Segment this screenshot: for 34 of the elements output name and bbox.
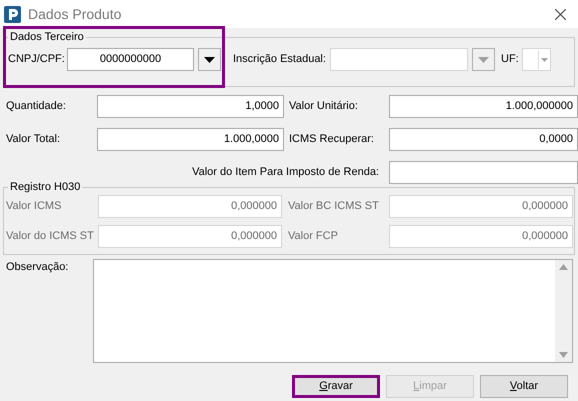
input-field[interactable]: 1.000,000000 — [389, 95, 578, 118]
dropdown-arrow-icon — [204, 56, 215, 62]
input-field[interactable] — [330, 48, 468, 71]
field-label: Valor FCP — [288, 229, 339, 244]
field-label: Valor Total: — [6, 132, 62, 148]
close-icon[interactable] — [555, 8, 566, 20]
scrollbar[interactable] — [555, 260, 572, 362]
input-field[interactable]: 1,0000 — [97, 95, 284, 118]
app-logo-icon — [4, 6, 21, 22]
field-label: Valor Unitário: — [289, 99, 359, 114]
field-label: Valor BC ICMS ST — [288, 199, 380, 214]
field-label: UF: — [501, 52, 520, 68]
scroll-down-icon[interactable] — [559, 352, 568, 358]
input-field[interactable]: 0,0000 — [389, 128, 578, 151]
field-label: Quantidade: — [6, 99, 67, 114]
field-label: Inscrição Estadual: — [233, 52, 327, 68]
field-label: Valor ICMS — [6, 199, 62, 214]
field-label: ICMS Recuperar: — [289, 132, 375, 148]
action-button[interactable]: Gravar — [292, 375, 380, 398]
field-label: Valor do ICMS ST — [6, 229, 92, 244]
field-label: CNPJ/CPF: — [8, 52, 66, 68]
field-label: Observação: — [6, 260, 70, 275]
scroll-up-icon[interactable] — [559, 264, 568, 270]
dropdown-button[interactable] — [198, 48, 221, 71]
window-title: Dados Produto — [28, 4, 122, 24]
input-field[interactable]: 1.000,0000 — [97, 128, 284, 151]
dropdown-arrow-icon — [540, 58, 548, 62]
cnpj-field[interactable]: 0000000000 — [67, 48, 194, 71]
group-label: Registro H030 — [8, 180, 82, 194]
input-field[interactable] — [389, 161, 578, 184]
field-label: Valor do Item Para Imposto de Renda: — [192, 165, 379, 180]
observation-textarea[interactable] — [93, 259, 573, 363]
action-button[interactable]: Voltar — [480, 375, 568, 398]
dropdown-arrow-icon — [478, 56, 489, 62]
